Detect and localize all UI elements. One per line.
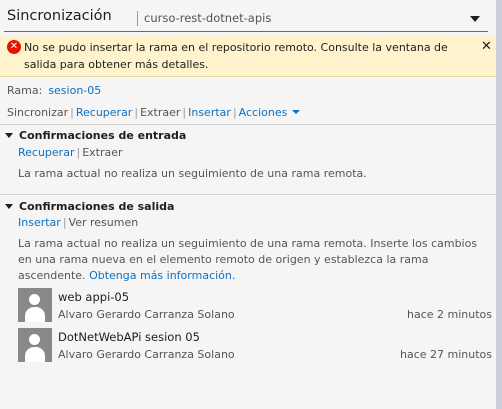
divider: [0, 124, 496, 125]
outgoing-push-link[interactable]: Insertar: [18, 216, 61, 229]
pull-button[interactable]: Extraer: [140, 106, 180, 119]
avatar: [18, 288, 52, 322]
commit-author: Alvaro Gerardo Carranza Solano: [58, 348, 235, 361]
user-icon: [29, 294, 40, 305]
view-summary-button[interactable]: Ver resumen: [69, 216, 139, 229]
fetch-link[interactable]: Recuperar: [76, 106, 132, 119]
collapse-triangle-icon[interactable]: [5, 204, 13, 209]
error-notification: ✕ No se pudo insertar la rama en el repo…: [0, 36, 496, 77]
incoming-title: Confirmaciones de entrada: [19, 129, 187, 142]
incoming-message: La rama actual no realiza un seguimiento…: [18, 167, 367, 180]
outgoing-actions: Insertar | Ver resumen: [18, 216, 139, 229]
collapse-triangle-icon[interactable]: [5, 133, 13, 138]
outgoing-message-text: La rama actual no realiza un seguimiento…: [18, 237, 478, 282]
commit-title: web appi-05: [58, 290, 130, 304]
user-icon: [29, 334, 40, 345]
actions-menu-label: Acciones: [238, 106, 288, 119]
incoming-pull-button[interactable]: Extraer: [82, 146, 122, 159]
commit-item[interactable]: web appi-05 Alvaro Gerardo Carranza Sola…: [18, 288, 492, 324]
panel-header: Sincronización curso-rest-dotnet-apis: [0, 0, 496, 36]
repo-name: curso-rest-dotnet-apis: [144, 11, 272, 25]
scrollbar[interactable]: [496, 0, 502, 409]
branch-label: Rama:: [7, 84, 43, 97]
avatar: [18, 328, 52, 362]
close-icon[interactable]: ✕: [481, 39, 492, 54]
sync-button[interactable]: Sincronizar: [7, 106, 68, 119]
sync-actions: Sincronizar | Recuperar | Extraer | Insertar | A…: [7, 106, 301, 119]
title-divider: [137, 11, 138, 26]
outgoing-title: Confirmaciones de salida: [19, 200, 175, 213]
branch-row: Rama: sesion-05: [7, 84, 101, 97]
chevron-down-icon[interactable]: [470, 16, 480, 22]
incoming-fetch-link[interactable]: Recuperar: [18, 146, 74, 159]
branch-link[interactable]: sesion-05: [48, 84, 101, 97]
commit-time: hace 2 minutos: [406, 308, 492, 321]
more-info-link[interactable]: Obtenga más información.: [89, 269, 235, 282]
outgoing-message: La rama actual no realiza un seguimiento…: [18, 236, 494, 284]
page-title: Sincronización: [7, 8, 112, 24]
commit-time: hace 27 minutos: [399, 348, 492, 361]
actions-menu[interactable]: Acciones: [239, 106, 301, 119]
header-underline: [4, 31, 488, 32]
error-icon: ✕: [7, 40, 21, 54]
incoming-section-header[interactable]: Confirmaciones de entrada: [5, 129, 186, 142]
commit-author: Alvaro Gerardo Carranza Solano: [58, 308, 235, 321]
incoming-actions: Recuperar | Extraer: [18, 146, 123, 159]
commit-title: DotNetWebAPi sesion 05: [58, 330, 200, 344]
divider: [0, 194, 496, 195]
outgoing-section-header[interactable]: Confirmaciones de salida: [5, 200, 174, 213]
error-message: No se pudo insertar la rama en el reposi…: [24, 41, 448, 71]
chevron-down-icon: [292, 110, 301, 114]
commit-item[interactable]: DotNetWebAPi sesion 05 Alvaro Gerardo Ca…: [18, 328, 492, 364]
push-link[interactable]: Insertar: [188, 106, 231, 119]
